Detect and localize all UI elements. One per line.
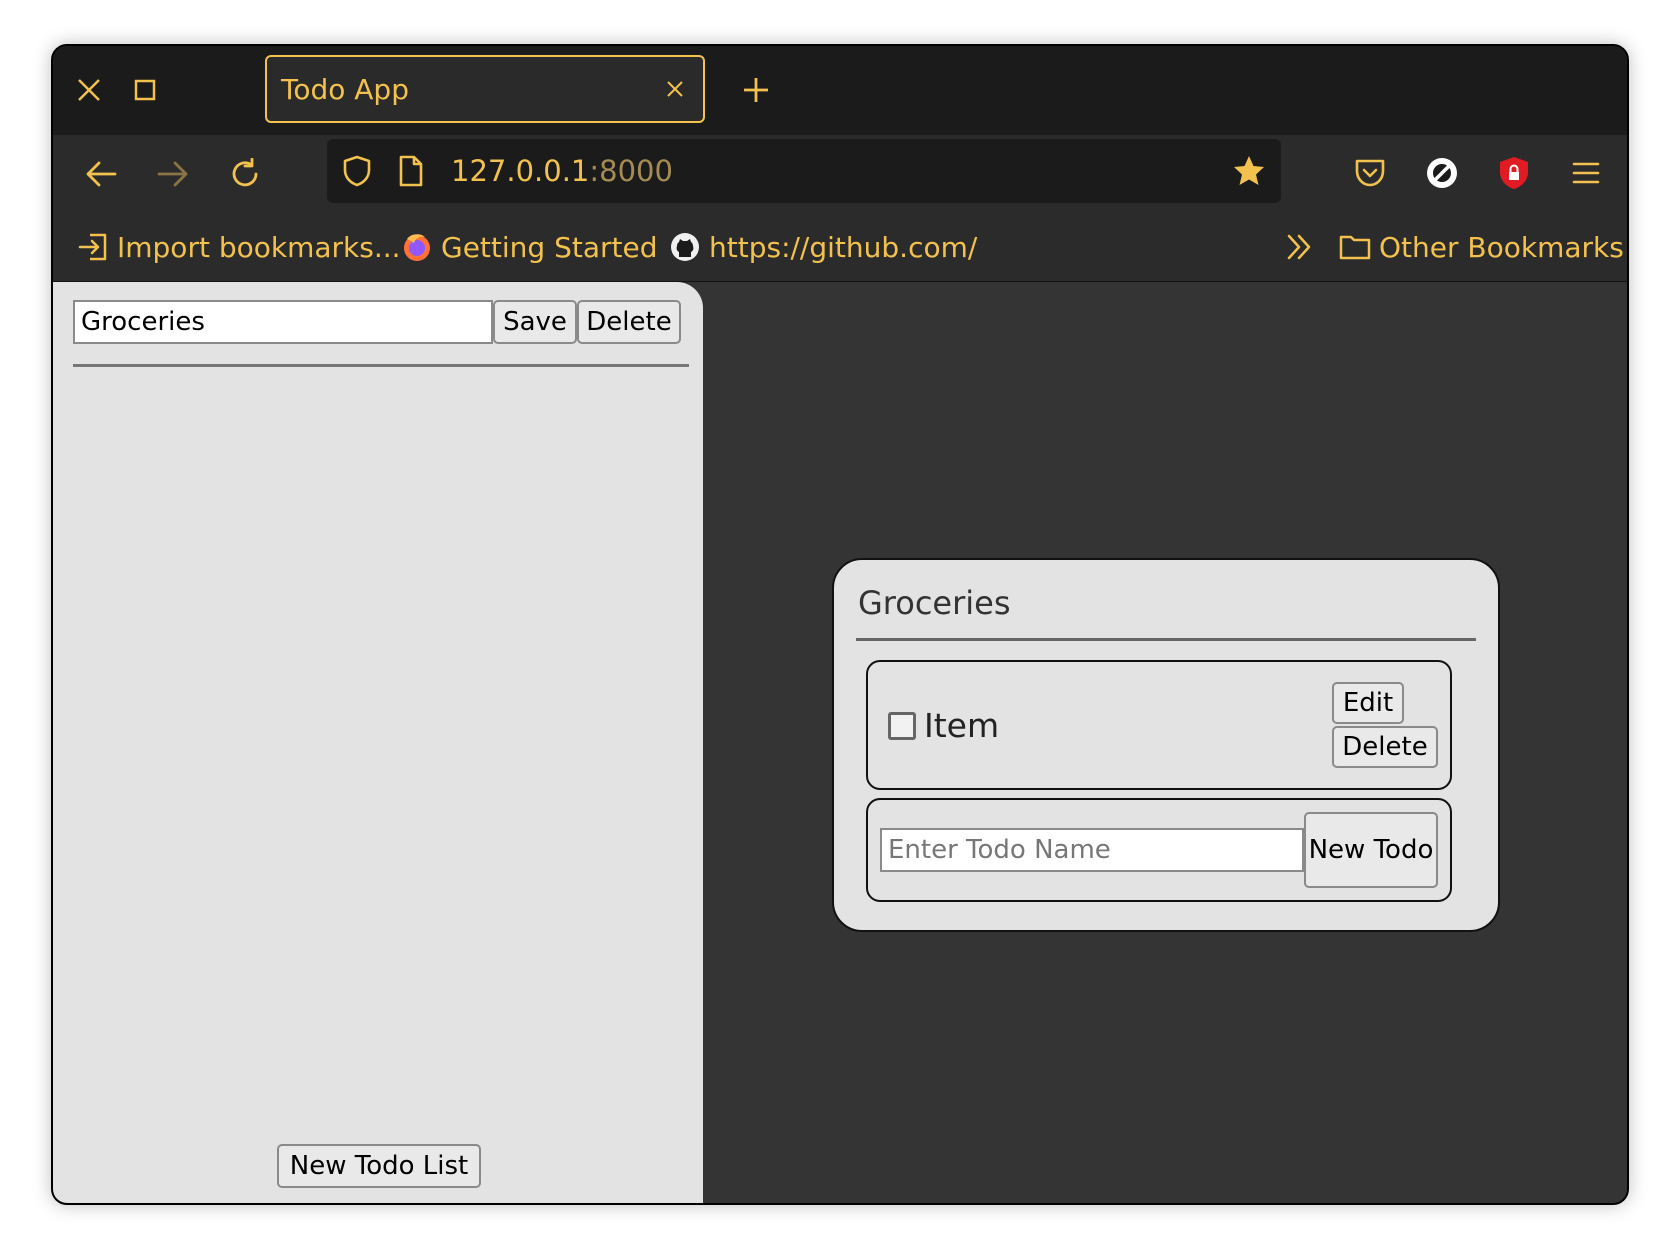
github-icon <box>669 231 701 263</box>
list-edit-row: Save Delete <box>73 300 681 344</box>
url-bar[interactable]: 127.0.0.1:8000 <box>327 139 1281 203</box>
tab-bar: Todo App <box>53 46 1627 135</box>
folder-icon <box>1339 231 1371 263</box>
list-title: Groceries <box>858 584 1011 622</box>
url-host: 127.0.0.1 <box>451 154 590 188</box>
browser-window: Todo App 127.0.0.1:8000 Import bookmarks… <box>51 44 1629 1205</box>
ublock-shield-icon[interactable] <box>1491 150 1537 196</box>
todo-checkbox[interactable] <box>888 712 916 740</box>
new-todo-button[interactable]: New Todo <box>1304 812 1438 888</box>
pocket-icon[interactable] <box>1347 150 1393 196</box>
todo-list-card: Groceries Item Edit Delete New Todo <box>832 558 1500 932</box>
bookmark-import-label: Import bookmarks... <box>117 230 401 264</box>
todo-lists-sidebar: Save Delete New Todo List <box>53 282 703 1203</box>
close-window-icon[interactable] <box>69 70 109 110</box>
bookmark-github[interactable]: https://github.com/ <box>669 227 977 267</box>
bookmark-other-label: Other Bookmarks <box>1379 230 1624 264</box>
delete-todo-button[interactable]: Delete <box>1332 726 1438 768</box>
bookmarks-bar: Import bookmarks... Getting Started http… <box>53 213 1627 282</box>
bookmark-github-label: https://github.com/ <box>709 230 978 264</box>
todo-name-input[interactable] <box>880 828 1304 872</box>
delete-list-button[interactable]: Delete <box>577 300 681 344</box>
url-text[interactable]: 127.0.0.1:8000 <box>451 153 673 189</box>
blocker-extension-icon[interactable] <box>1419 150 1465 196</box>
edit-todo-button[interactable]: Edit <box>1332 682 1404 724</box>
bookmark-getting-started-label: Getting Started <box>441 230 658 264</box>
page-document-icon[interactable] <box>393 153 429 189</box>
bookmark-getting-started[interactable]: Getting Started <box>401 227 657 267</box>
shield-icon[interactable] <box>339 153 375 189</box>
hamburger-menu-icon[interactable] <box>1563 150 1609 196</box>
list-name-input[interactable] <box>73 300 493 344</box>
bookmark-star-icon[interactable] <box>1231 153 1267 189</box>
todo-item: Item Edit Delete <box>866 660 1452 790</box>
forward-arrow-icon[interactable] <box>151 152 195 196</box>
new-todo-form: New Todo <box>866 798 1452 902</box>
maximize-window-icon[interactable] <box>125 70 165 110</box>
page-content: Save Delete New Todo List Groceries Item… <box>53 282 1627 1203</box>
sidebar-divider <box>73 364 689 367</box>
bookmark-import[interactable]: Import bookmarks... <box>77 227 401 267</box>
todo-item-label: Item <box>924 706 1000 745</box>
navigation-bar: 127.0.0.1:8000 <box>53 135 1627 213</box>
firefox-icon <box>401 231 433 263</box>
bookmark-other[interactable]: Other Bookmarks <box>1339 227 1624 267</box>
new-todo-list-button[interactable]: New Todo List <box>277 1144 481 1188</box>
tab-todo-app[interactable]: Todo App <box>265 55 705 123</box>
bookmarks-overflow-chevron-icon[interactable] <box>1285 227 1315 267</box>
back-arrow-icon[interactable] <box>79 152 123 196</box>
new-tab-plus-icon[interactable] <box>734 68 778 112</box>
url-port: :8000 <box>589 154 673 188</box>
import-icon <box>77 231 109 263</box>
save-button[interactable]: Save <box>493 300 577 344</box>
tab-close-icon[interactable] <box>661 75 689 103</box>
tab-title: Todo App <box>281 72 409 106</box>
reload-icon[interactable] <box>223 152 267 196</box>
card-divider <box>856 638 1476 641</box>
